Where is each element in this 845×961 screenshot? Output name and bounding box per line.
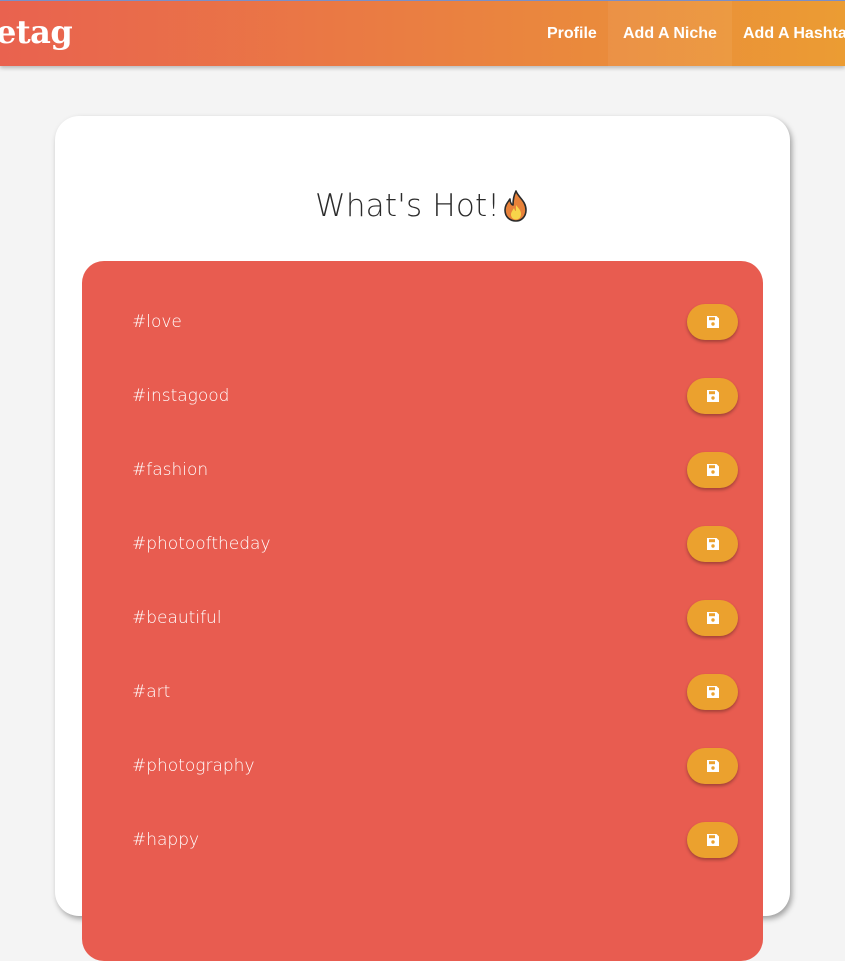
- save-hashtag-button[interactable]: [687, 304, 738, 340]
- list-item: #fashion: [82, 433, 763, 507]
- hashtag-label: #photooftheday: [132, 534, 271, 554]
- brand-logo[interactable]: etag: [0, 13, 73, 51]
- top-navbar: etag Profile Add A Niche Add A Hashtag: [0, 0, 845, 67]
- nav-profile-link[interactable]: Profile: [547, 1, 597, 67]
- save-hashtag-button[interactable]: [687, 600, 738, 636]
- list-item: #happy: [82, 803, 763, 877]
- hashtag-label: #photography: [132, 756, 255, 776]
- save-hashtag-button[interactable]: [687, 526, 738, 562]
- list-item: #photography: [82, 729, 763, 803]
- nav-add-hashtag-link[interactable]: Add A Hashtag: [743, 1, 845, 67]
- list-item: #photooftheday: [82, 507, 763, 581]
- hashtag-label: #art: [132, 682, 171, 702]
- whats-hot-card: What's Hot! #love #instagood #fashion #p: [55, 116, 790, 961]
- hashtag-label: #instagood: [132, 386, 230, 406]
- page-title-wrap: What's Hot!: [55, 188, 790, 230]
- floppy-disk-icon: [706, 760, 719, 772]
- save-hashtag-button[interactable]: [687, 822, 738, 858]
- save-hashtag-button[interactable]: [687, 378, 738, 414]
- floppy-disk-icon: [706, 612, 719, 624]
- floppy-disk-icon: [706, 390, 719, 402]
- hashtag-label: #love: [132, 312, 182, 332]
- hashtag-label: #beautiful: [132, 608, 222, 628]
- list-item: #beautiful: [82, 581, 763, 655]
- save-hashtag-button[interactable]: [687, 452, 738, 488]
- nav-add-niche-link[interactable]: Add A Niche: [608, 1, 732, 67]
- floppy-disk-icon: [706, 316, 719, 328]
- list-item: #instagood: [82, 359, 763, 433]
- page-title: What's Hot!: [314, 188, 501, 224]
- list-item: #love: [82, 285, 763, 359]
- hashtag-list-panel: #love #instagood #fashion #photooftheday…: [82, 261, 763, 961]
- save-hashtag-button[interactable]: [687, 674, 738, 710]
- hashtag-label: #fashion: [132, 460, 209, 480]
- hashtag-label: #happy: [132, 830, 200, 850]
- floppy-disk-icon: [706, 686, 719, 698]
- fire-icon: [502, 190, 530, 230]
- floppy-disk-icon: [706, 464, 719, 476]
- list-item: #art: [82, 655, 763, 729]
- floppy-disk-icon: [706, 538, 719, 550]
- save-hashtag-button[interactable]: [687, 748, 738, 784]
